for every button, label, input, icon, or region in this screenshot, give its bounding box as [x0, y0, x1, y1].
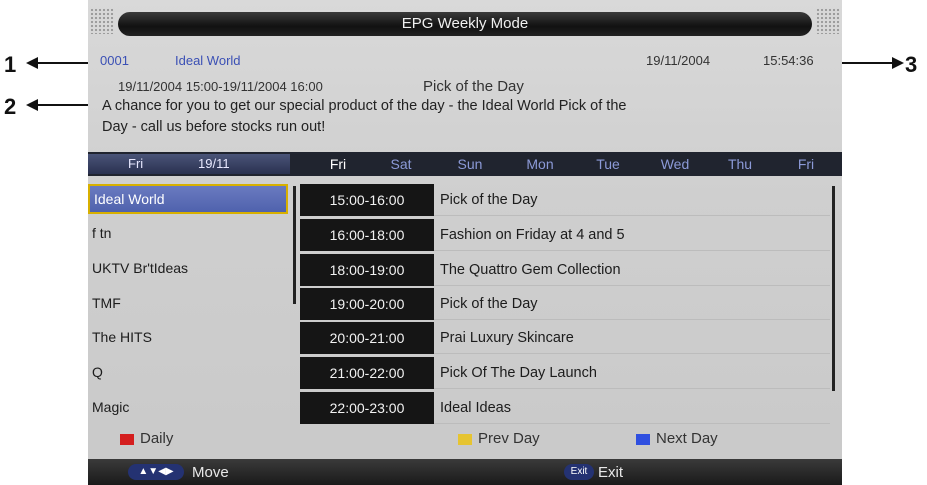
corner-decoration-left: [90, 8, 114, 34]
selected-date-header: Fri 19/11: [88, 154, 290, 174]
program-time: 19:00-20:00: [300, 288, 434, 320]
weekday-tab-5[interactable]: Wed: [643, 156, 707, 172]
weekday-tab-0[interactable]: Fri: [300, 156, 376, 172]
exit-key-icon: Exit: [564, 464, 594, 480]
program-description-line-1: A chance for you to get our special prod…: [102, 98, 627, 114]
program-list-scrollbar[interactable]: [832, 186, 835, 391]
channel-item-5[interactable]: Q: [88, 357, 288, 387]
program-time: 22:00-23:00: [300, 392, 434, 424]
channel-number: 0001: [100, 53, 129, 68]
title-bar: EPG Weekly Mode: [118, 12, 812, 36]
weekday-tab-7[interactable]: Fri: [776, 156, 836, 172]
weekday-tab-1[interactable]: Sat: [376, 156, 426, 172]
yellow-key-icon: [458, 433, 472, 445]
program-row[interactable]: 19:00-20:00 Pick of the Day: [300, 288, 830, 320]
program-time: 20:00-21:00: [300, 322, 434, 354]
blue-key-icon: [636, 433, 650, 445]
channel-name: Ideal World: [175, 53, 241, 68]
current-date: 19/11/2004: [646, 53, 711, 68]
program-time: 18:00-19:00: [300, 254, 434, 286]
callout-1: 1: [4, 52, 17, 77]
channel-item-2[interactable]: UKTV Br'tIdeas: [88, 253, 288, 283]
channel-item-4[interactable]: The HITS: [88, 322, 288, 352]
program-time: 16:00-18:00: [300, 219, 434, 251]
weekday-tab-4[interactable]: Tue: [576, 156, 640, 172]
legend-next-day[interactable]: Next Day: [636, 430, 718, 447]
program-row[interactable]: 21:00-22:00 Pick Of The Day Launch: [300, 357, 830, 389]
callout-2: 2: [4, 94, 17, 119]
selected-date-value: 19/11: [198, 156, 230, 171]
red-key-icon: [120, 433, 134, 445]
program-description: A chance for you to get our special prod…: [102, 96, 792, 138]
callout-3-line: [835, 62, 893, 64]
callout-3: 3: [905, 52, 918, 77]
program-name: Pick Of The Day Launch: [434, 357, 830, 389]
program-row[interactable]: 20:00-21:00 Prai Luxury Skincare: [300, 322, 830, 354]
corner-decoration-right: [816, 8, 840, 34]
weekday-tab-3[interactable]: Mon: [508, 156, 572, 172]
legend-next-day-label: Next Day: [656, 430, 718, 447]
legend-daily-label: Daily: [140, 430, 174, 447]
exit-hint[interactable]: Exit: [598, 464, 623, 481]
program-name: Fashion on Friday at 4 and 5: [434, 219, 830, 251]
program-name: The Quattro Gem Collection: [434, 254, 830, 286]
program-time: 21:00-22:00: [300, 357, 434, 389]
legend-prev-day[interactable]: Prev Day: [458, 430, 540, 447]
legend-daily[interactable]: Daily: [120, 430, 173, 447]
legend-prev-day-label: Prev Day: [478, 430, 540, 447]
program-description-line-2: Day - call us before stocks run out!: [102, 119, 326, 135]
program-name: Prai Luxury Skincare: [434, 322, 830, 354]
channel-item-1[interactable]: f tn: [88, 218, 288, 248]
program-name: Pick of the Day: [434, 288, 830, 320]
weekday-tab-2[interactable]: Sun: [438, 156, 502, 172]
current-time: 15:54:36: [763, 53, 814, 68]
callout-1-line: [36, 62, 96, 64]
program-row[interactable]: 22:00-23:00 Ideal Ideas: [300, 392, 830, 424]
program-row[interactable]: 16:00-18:00 Fashion on Friday at 4 and 5: [300, 219, 830, 251]
selected-date-day: Fri: [128, 156, 144, 171]
weekday-tab-6[interactable]: Thu: [708, 156, 772, 172]
program-title: Pick of the Day: [423, 78, 524, 95]
page-title: EPG Weekly Mode: [401, 15, 529, 32]
bottom-help-bar: ▲▼◀▶ Move Exit Exit: [88, 459, 842, 485]
day-navigation-bar: Fri 19/11 Fri Sat Sun Mon Tue Wed Thu Fr…: [88, 152, 842, 176]
program-row[interactable]: 15:00-16:00 Pick of the Day: [300, 184, 830, 216]
channel-item-3[interactable]: TMF: [88, 288, 288, 318]
program-row[interactable]: 18:00-19:00 The Quattro Gem Collection: [300, 254, 830, 286]
epg-screen: EPG Weekly Mode 0001 Ideal World 19/11/2…: [88, 0, 842, 485]
arrow-keys-icon: ▲▼◀▶: [128, 464, 184, 480]
program-name: Pick of the Day: [434, 184, 830, 216]
channel-list: Ideal World f tn UKTV Br'tIdeas TMF The …: [88, 180, 294, 432]
program-time: 15:00-16:00: [300, 184, 434, 216]
program-name: Ideal Ideas: [434, 392, 830, 424]
move-hint: Move: [192, 464, 229, 481]
program-time-range: 19/11/2004 15:00-19/11/2004 16:00: [118, 79, 323, 94]
callout-3-arrowhead: [892, 57, 904, 69]
channel-list-scrollbar[interactable]: [293, 186, 296, 304]
channel-item-6[interactable]: Magic: [88, 392, 288, 422]
channel-item-0[interactable]: Ideal World: [88, 184, 288, 214]
